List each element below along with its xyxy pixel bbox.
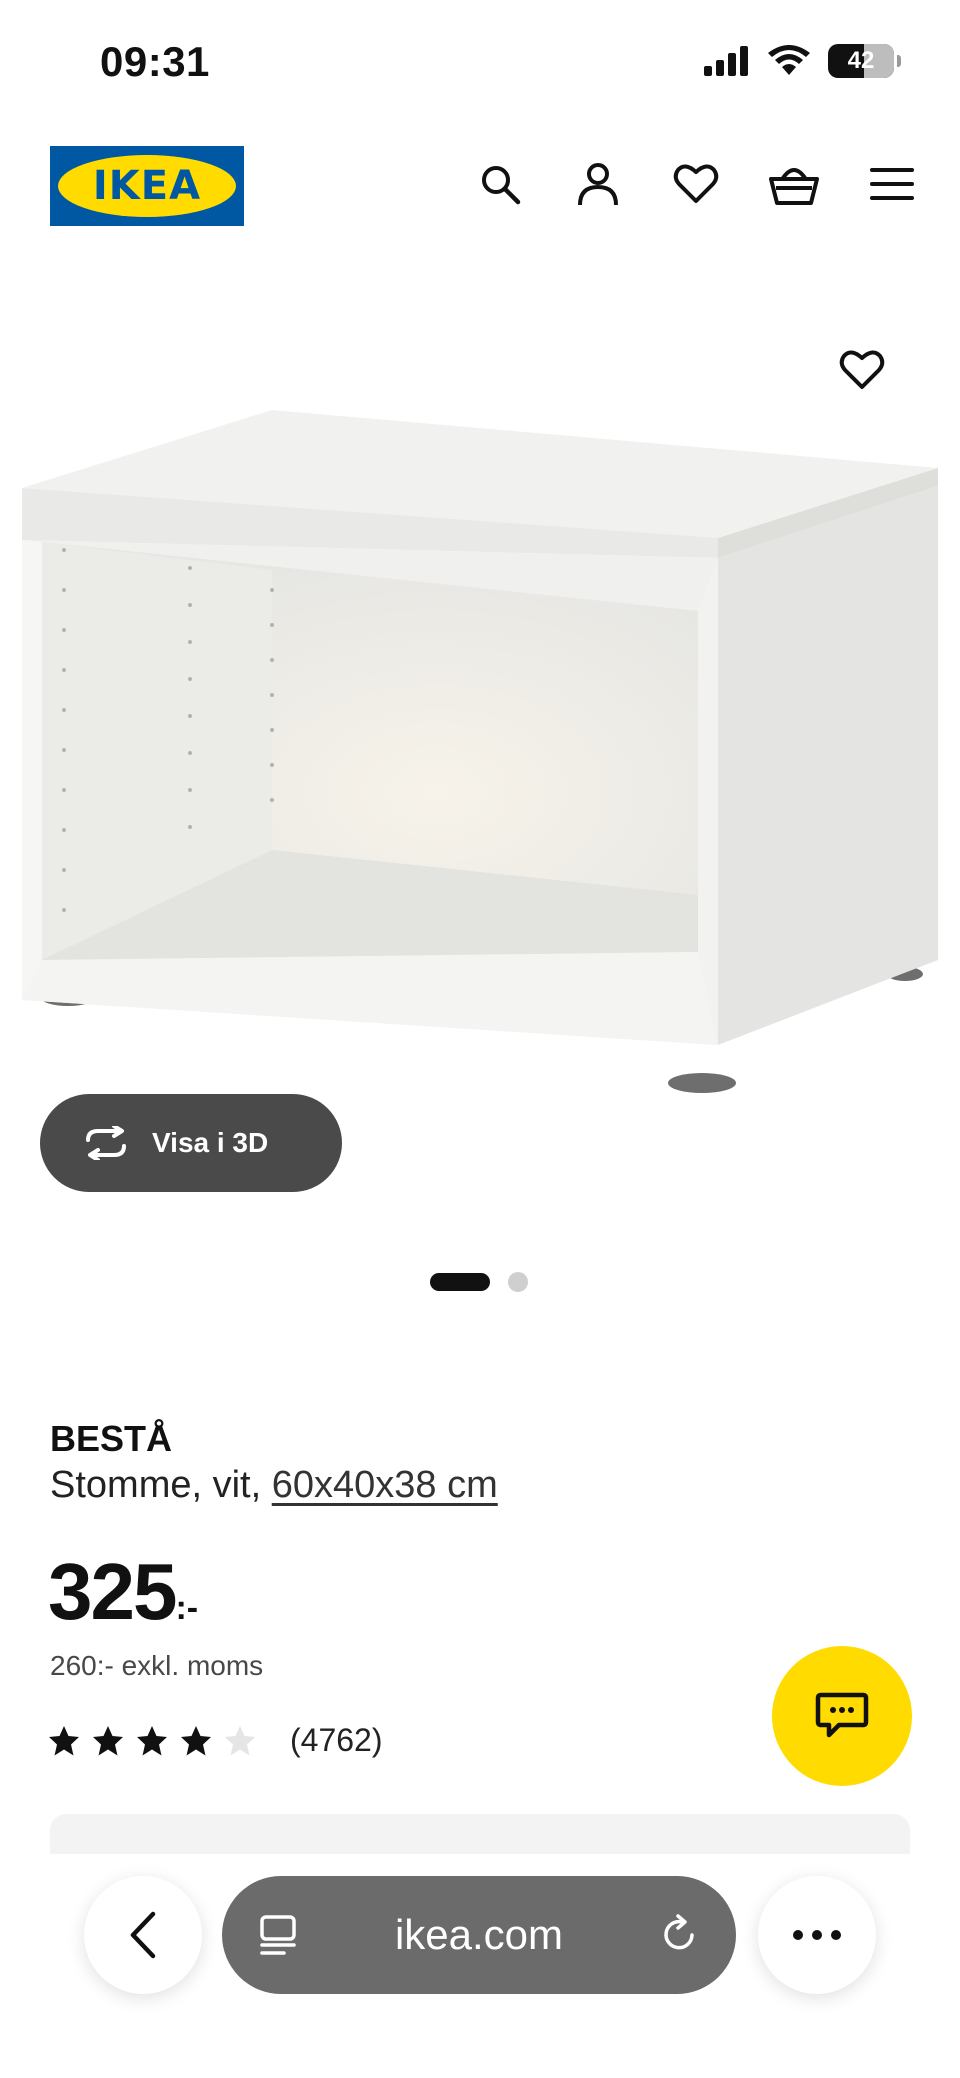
tabs-icon[interactable] (258, 1914, 298, 1956)
product-dimensions-link[interactable]: 60x40x38 cm (272, 1464, 498, 1506)
url-text: ikea.com (394, 1911, 564, 1958)
menu-icon[interactable] (864, 156, 920, 212)
signal-icon (704, 46, 748, 76)
product-image[interactable] (0, 300, 960, 1220)
browser-back-button[interactable] (84, 1876, 202, 1994)
pagination-dot[interactable] (508, 1272, 528, 1292)
status-time: 09:31 (100, 38, 210, 85)
star-icon (181, 1725, 211, 1755)
rotate-3d-icon (86, 1126, 126, 1160)
search-icon[interactable] (472, 156, 528, 212)
view-3d-label: Visa i 3D (152, 1127, 269, 1158)
price-suffix: :- (175, 1589, 199, 1627)
more-icon (793, 1930, 841, 1940)
status-bar: 09:31 42 (0, 0, 960, 120)
pagination-dot-active[interactable] (430, 1273, 490, 1291)
battery-icon: 42 (828, 44, 901, 78)
price-excl-vat: 260:- exkl. moms (50, 1650, 264, 1681)
product-rating[interactable]: (4762) (48, 1722, 383, 1759)
star-icon (137, 1725, 167, 1755)
reload-icon[interactable] (660, 1913, 700, 1957)
site-header: IKEA (0, 140, 960, 230)
back-icon (130, 1911, 156, 1959)
review-count: (4762) (290, 1722, 383, 1758)
wifi-icon (768, 45, 810, 75)
basket-icon[interactable] (766, 156, 822, 212)
product-type: Stomme, vit, (50, 1464, 262, 1506)
chat-icon (815, 1692, 869, 1738)
header-nav (472, 156, 920, 212)
price-value: 325 (48, 1547, 177, 1636)
status-icons: 42 (704, 44, 901, 78)
product-price: 325:- (48, 1546, 198, 1638)
ikea-logo[interactable]: IKEA (50, 146, 244, 226)
account-icon[interactable] (570, 156, 626, 212)
browser-more-button[interactable] (758, 1876, 876, 1994)
product-name: BESTÅ (50, 1418, 173, 1459)
chat-button[interactable] (772, 1646, 912, 1786)
product-description: Stomme, vit, 60x40x38 cm (50, 1464, 498, 1507)
wishlist-heart-icon[interactable] (830, 338, 894, 402)
heart-icon[interactable] (668, 156, 724, 212)
gallery-pagination (430, 1272, 528, 1292)
browser-toolbar: ikea.com (0, 1860, 960, 2078)
next-section-edge (50, 1814, 910, 1854)
view-3d-button[interactable]: Visa i 3D (40, 1094, 342, 1192)
star-empty-icon (225, 1725, 255, 1755)
star-icon (93, 1725, 123, 1755)
address-bar[interactable]: ikea.com (222, 1876, 736, 1994)
star-icon (49, 1725, 79, 1755)
